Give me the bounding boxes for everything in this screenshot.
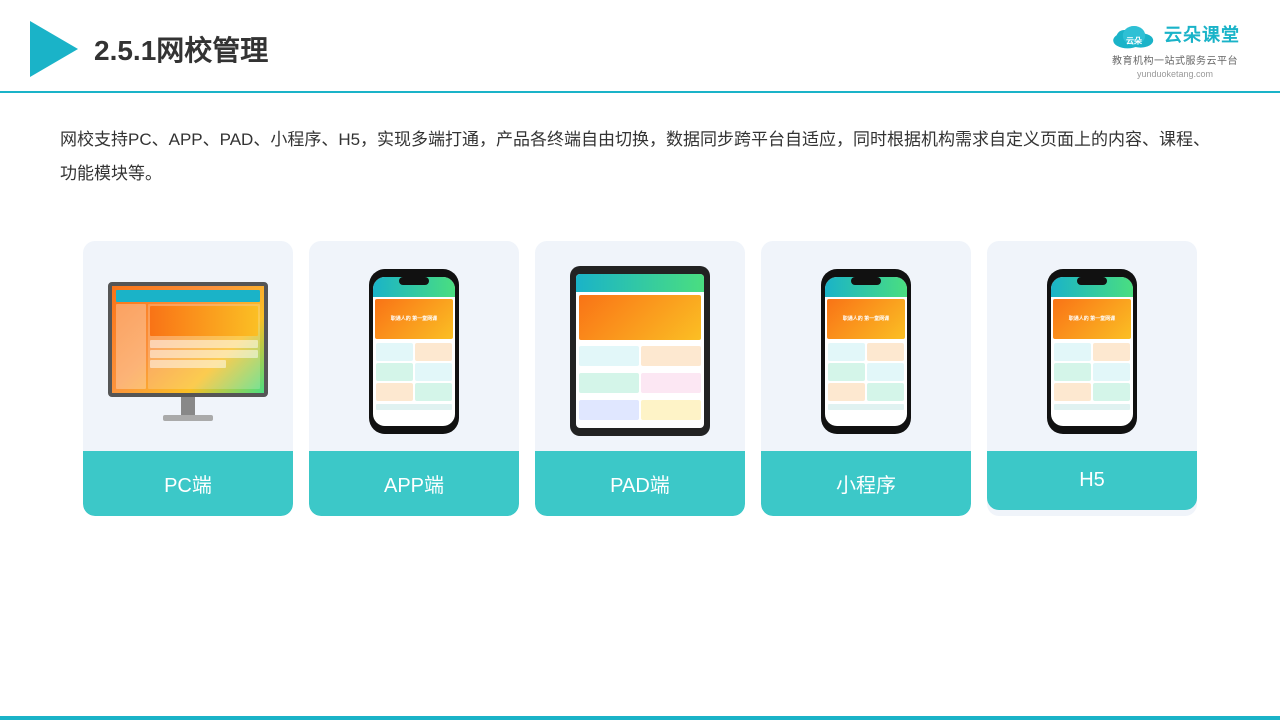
- cloud-icon: 云朵: [1110, 18, 1158, 50]
- pc-monitor: [108, 282, 268, 421]
- brand-logo: 云朵 云朵课堂: [1110, 18, 1240, 50]
- cards-container: PC端 职通人的 第一堂网课: [0, 211, 1280, 536]
- app-phone-body: 职通人的 第一堂网课: [369, 269, 459, 434]
- header-right: 云朵 云朵课堂 教育机构一站式服务云平台 yunduoketang.com: [1110, 18, 1240, 79]
- app-label: APP端: [309, 451, 519, 516]
- miniprogram-card: 职通人的 第一堂网课 小程序: [761, 241, 971, 516]
- h5-phone-mockup: 职通人的 第一堂网课: [1047, 269, 1137, 434]
- h5-card: 职通人的 第一堂网课 H5: [987, 241, 1197, 516]
- pc-image-area: [83, 241, 293, 451]
- h5-label: H5: [987, 451, 1197, 510]
- mini-phone-body: 职通人的 第一堂网课: [821, 269, 911, 434]
- app-phone-screen: 职通人的 第一堂网课: [373, 277, 455, 426]
- page-title: 2.5.1网校管理: [94, 29, 268, 69]
- monitor-base: [163, 415, 213, 421]
- pad-image-area: [535, 241, 745, 451]
- svg-text:云朵: 云朵: [1126, 36, 1142, 46]
- h5-banner-text: 职通人的 第一堂网课: [1069, 315, 1115, 322]
- mini-phone-screen: 职通人的 第一堂网课: [825, 277, 907, 426]
- brand-sub: 教育机构一站式服务云平台: [1112, 52, 1238, 67]
- mini-phone-notch: [851, 277, 881, 285]
- page-header: 2.5.1网校管理 云朵 云朵课堂 教育机构一站式服务云平台 yunduoket…: [0, 0, 1280, 93]
- pad-label: PAD端: [535, 451, 745, 516]
- app-image-area: 职通人的 第一堂网课: [309, 241, 519, 451]
- pc-card: PC端: [83, 241, 293, 516]
- monitor-screen: [108, 282, 268, 397]
- logo-triangle-icon: [30, 21, 78, 77]
- miniprogram-label: 小程序: [761, 451, 971, 516]
- app-banner-text: 职通人的 第一堂网课: [391, 315, 437, 322]
- app-phone-mockup: 职通人的 第一堂网课: [369, 269, 459, 434]
- miniprogram-image-area: 职通人的 第一堂网课: [761, 241, 971, 451]
- h5-image-area: 职通人的 第一堂网课: [987, 241, 1197, 451]
- header-left: 2.5.1网校管理: [30, 21, 268, 77]
- mini-phone-mockup: 职通人的 第一堂网课: [821, 269, 911, 434]
- h5-phone-body: 职通人的 第一堂网课: [1047, 269, 1137, 434]
- bottom-line: [0, 716, 1280, 720]
- tablet-screen: [576, 274, 704, 428]
- h5-phone-notch: [1077, 277, 1107, 285]
- pad-tablet-mockup: [570, 266, 710, 436]
- h5-phone-screen: 职通人的 第一堂网课: [1051, 277, 1133, 426]
- app-card: 职通人的 第一堂网课 APP端: [309, 241, 519, 516]
- brand-url: yunduoketang.com: [1137, 69, 1213, 79]
- monitor-stand: [181, 397, 195, 415]
- brand-name: 云朵课堂: [1164, 21, 1240, 47]
- mini-banner-text: 职通人的 第一堂网课: [843, 315, 889, 322]
- description-text: 网校支持PC、APP、PAD、小程序、H5，实现多端打通，产品各终端自由切换，数…: [0, 93, 1280, 201]
- tablet-body: [570, 266, 710, 436]
- app-phone-notch: [399, 277, 429, 285]
- pc-label: PC端: [83, 451, 293, 516]
- pad-card: PAD端: [535, 241, 745, 516]
